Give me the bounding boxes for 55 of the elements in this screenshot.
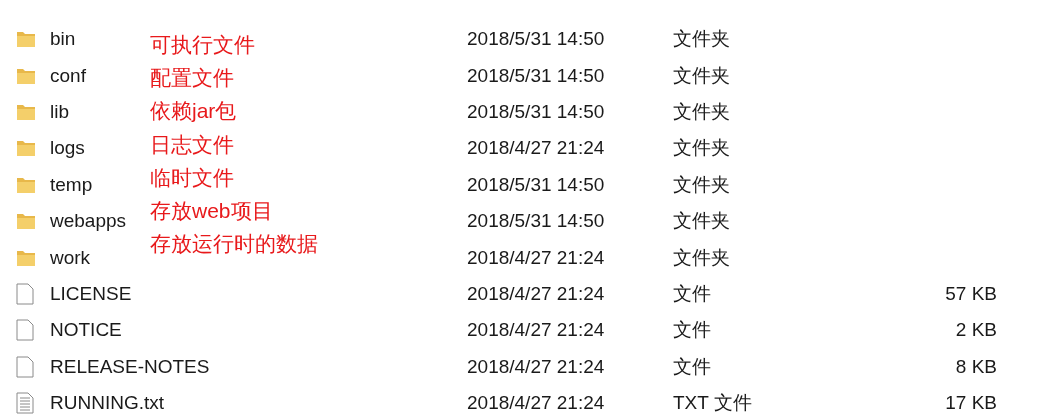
file-name[interactable]: work	[50, 246, 91, 269]
date-modified: 2018/4/27 21:24	[467, 282, 605, 305]
folder-icon	[16, 248, 36, 267]
annotation-text: 临时文件	[150, 164, 235, 191]
file-size: 57 KB	[945, 282, 997, 305]
file-size: 2 KB	[955, 319, 997, 342]
date-modified: 2018/4/27 21:24	[467, 137, 605, 160]
file-type: 文件	[673, 354, 711, 379]
date-modified: 2018/5/31 14:50	[467, 173, 605, 196]
folder-icon	[16, 175, 36, 194]
file-name[interactable]: logs	[50, 137, 85, 160]
annotation-text: 日志文件	[150, 131, 235, 158]
file-name[interactable]: bin	[50, 28, 76, 51]
file-name[interactable]: RUNNING.txt	[50, 392, 164, 415]
file-type: 文件夹	[673, 172, 730, 197]
file-name[interactable]: LICENSE	[50, 282, 132, 305]
file-name[interactable]: RELEASE-NOTES	[50, 355, 210, 378]
folder-icon	[16, 139, 36, 158]
file-type: 文件夹	[673, 27, 730, 52]
folder-icon	[16, 212, 36, 231]
file-name[interactable]: conf	[50, 64, 86, 87]
file-type: 文件夹	[673, 209, 730, 234]
file-type: TXT 文件	[673, 391, 752, 416]
file-type: 文件夹	[673, 99, 730, 124]
folder-icon	[16, 102, 36, 121]
annotation-text: 配置文件	[150, 65, 235, 92]
file-type: 文件夹	[673, 63, 730, 88]
file-size: 17 KB	[945, 392, 997, 415]
date-modified: 2018/4/27 21:24	[467, 246, 605, 269]
file-icon	[16, 319, 34, 342]
date-modified: 2018/4/27 21:24	[467, 392, 605, 415]
file-size: 8 KB	[955, 355, 997, 378]
date-modified: 2018/5/31 14:50	[467, 210, 605, 233]
file-icon	[16, 282, 34, 305]
text-file-icon	[16, 392, 34, 415]
file-name[interactable]: lib	[50, 100, 69, 123]
date-modified: 2018/5/31 14:50	[467, 100, 605, 123]
folder-icon	[16, 30, 36, 49]
annotation-text: 存放运行时的数据	[150, 231, 318, 258]
file-icon	[16, 355, 34, 378]
file-type: 文件	[673, 281, 711, 306]
date-modified: 2018/4/27 21:24	[467, 319, 605, 342]
annotation-text: 依赖jar包	[150, 98, 238, 125]
date-modified: 2018/4/27 21:24	[467, 355, 605, 378]
annotation-text: 存放web项目	[150, 197, 274, 224]
folder-icon	[16, 66, 36, 85]
file-name[interactable]: temp	[50, 173, 93, 196]
date-modified: 2018/5/31 14:50	[467, 64, 605, 87]
file-name[interactable]: webapps	[50, 210, 127, 233]
annotation-text: 可执行文件	[150, 32, 256, 58]
file-type: 文件	[673, 318, 711, 343]
date-modified: 2018/5/31 14:50	[467, 28, 605, 51]
file-name[interactable]: NOTICE	[50, 319, 122, 342]
file-type: 文件夹	[673, 245, 730, 270]
file-type: 文件夹	[673, 136, 730, 161]
